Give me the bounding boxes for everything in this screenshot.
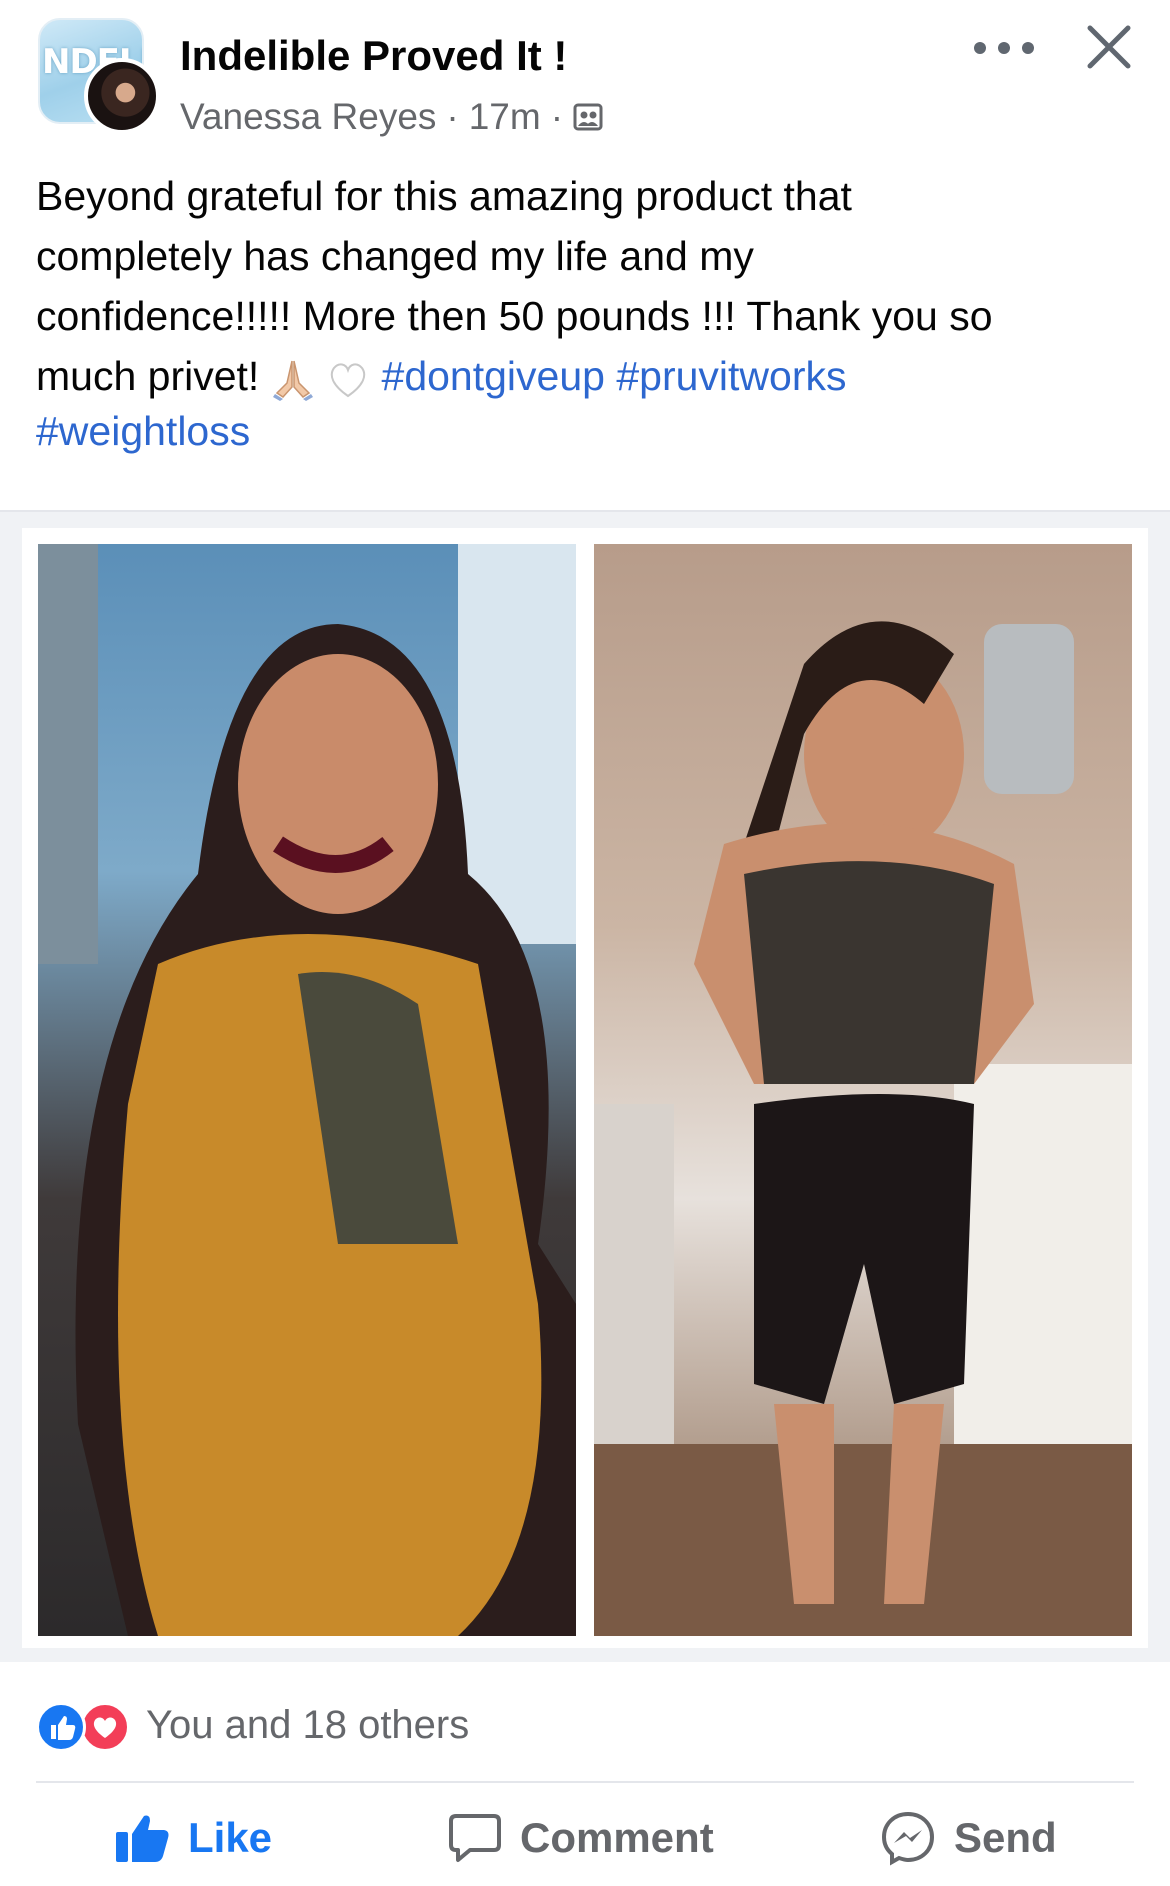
close-icon[interactable]	[1084, 22, 1134, 72]
love-icon	[80, 1702, 130, 1752]
post-media-area	[0, 510, 1170, 1662]
before-photo[interactable]	[38, 544, 576, 1636]
post-line-4: much privet! #dontgiveup #pruvitworks	[36, 346, 1146, 406]
post-line: completely has changed my life and my	[36, 233, 754, 279]
meta-separator: ·	[550, 96, 564, 137]
more-options-icon[interactable]	[974, 28, 1034, 68]
post-meta: Vanessa Reyes · 17m ·	[180, 96, 603, 138]
before-photo-image	[38, 544, 576, 1636]
divider	[36, 1781, 1134, 1783]
send-label: Send	[954, 1814, 1057, 1861]
hashtag-link[interactable]: #dontgiveup	[382, 353, 605, 399]
like-icon	[36, 1702, 86, 1752]
send-button[interactable]: Send	[880, 1810, 1057, 1866]
post-body: Beyond grateful for this amazing product…	[36, 166, 1146, 456]
reaction-summary[interactable]: You and 18 others	[36, 1700, 469, 1752]
thumbs-up-icon	[116, 1815, 169, 1862]
hashtag-link[interactable]: #weightloss	[36, 408, 250, 454]
like-button[interactable]: Like	[114, 1810, 272, 1866]
author-name[interactable]: Vanessa Reyes	[180, 96, 436, 138]
like-label: Like	[188, 1814, 273, 1861]
author-avatar[interactable]	[84, 58, 160, 134]
photo-collage[interactable]	[22, 528, 1148, 1648]
post-line: Beyond grateful for this amazing product…	[36, 173, 852, 219]
members-only-icon	[573, 103, 603, 131]
comment-button[interactable]: Comment	[448, 1810, 714, 1866]
reaction-icons	[36, 1700, 136, 1752]
post-time[interactable]: 17m	[469, 96, 541, 138]
after-photo[interactable]	[594, 544, 1132, 1636]
comment-icon	[449, 1814, 501, 1862]
comment-label: Comment	[520, 1814, 714, 1861]
praying-hands-icon	[272, 361, 313, 402]
action-bar: Like Comment Send	[0, 1790, 1170, 1886]
meta-separator: ·	[446, 96, 459, 137]
white-heart-icon	[330, 363, 366, 398]
reactions-count-text[interactable]: You and 18 others	[146, 1703, 469, 1748]
messenger-icon	[881, 1811, 935, 1866]
post-line-text: much privet!	[36, 353, 271, 399]
after-photo-image	[594, 621, 1132, 1636]
post-header: NDELIB Indelible Proved It ! Vanessa Rey…	[0, 0, 1170, 150]
post-line: confidence!!!!! More then 50 pounds !!! …	[36, 293, 993, 339]
hashtag-link[interactable]: #pruvitworks	[616, 353, 846, 399]
group-name[interactable]: Indelible Proved It !	[180, 32, 567, 80]
